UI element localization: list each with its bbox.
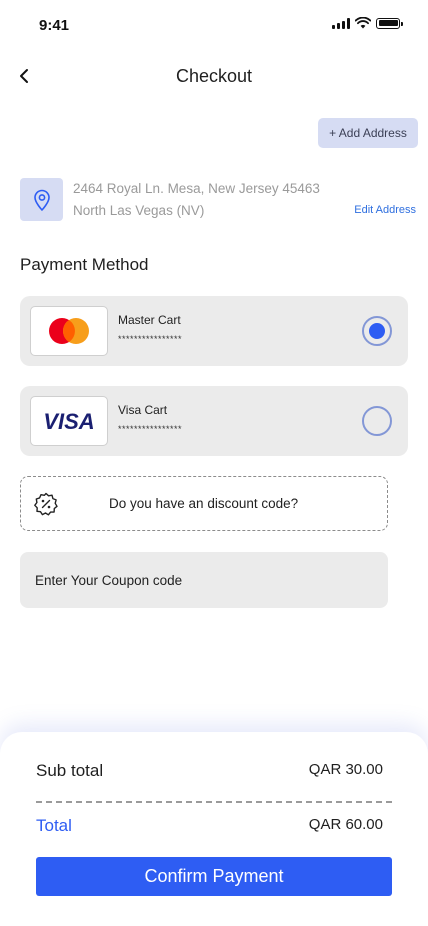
add-address-button[interactable]: + Add Address [318,118,418,148]
edit-address-link[interactable]: Edit Address [354,204,416,216]
location-pin-container [20,178,63,221]
battery-icon [376,17,403,29]
address-line-1: 2464 Royal Ln. Mesa, New Jersey 45463 [73,181,320,196]
header: Checkout [0,58,428,94]
signal-icon [332,17,350,29]
subtotal-value: QAR 30.00 [308,761,383,778]
total-value: QAR 60.00 [308,816,383,833]
payment-method-title: Payment Method [20,255,149,274]
svg-text:VISA: VISA [43,409,94,433]
card-name: Visa Cart [118,403,168,417]
mastercard-logo [30,306,108,356]
discount-code-toggle[interactable]: Do you have an discount code? [20,476,388,531]
subtotal-label: Sub total [36,761,104,780]
card-name: Master Cart [118,313,181,327]
page-title: Checkout [175,66,253,86]
payment-option-mastercard[interactable]: Master Cart **************** [20,296,408,366]
address-card: 2464 Royal Ln. Mesa, New Jersey 45463 No… [20,178,418,224]
visa-radio[interactable] [362,406,392,436]
location-pin-icon [33,189,50,211]
summary-divider [36,801,392,803]
total-label: Total [36,816,72,835]
mastercard-radio[interactable] [362,316,392,346]
payment-option-visa[interactable]: VISA Visa Cart **************** [20,386,408,456]
status-icons [332,17,403,29]
card-number-masked: **************** [118,334,183,344]
discount-badge-icon [34,492,58,516]
status-time: 9:41 [39,17,70,34]
confirm-payment-button[interactable]: Confirm Payment [36,857,392,896]
visa-logo: VISA [30,396,108,446]
discount-code-prompt: Do you have an discount code? [109,496,299,511]
card-number-masked: **************** [118,424,183,434]
order-summary-panel: Sub total QAR 30.00 Total QAR 60.00 Conf… [0,732,428,926]
coupon-code-input[interactable] [20,552,388,608]
address-line-2: North Las Vegas (NV) [73,203,205,218]
status-bar: 9:41 [0,0,428,50]
wifi-icon [355,17,371,29]
